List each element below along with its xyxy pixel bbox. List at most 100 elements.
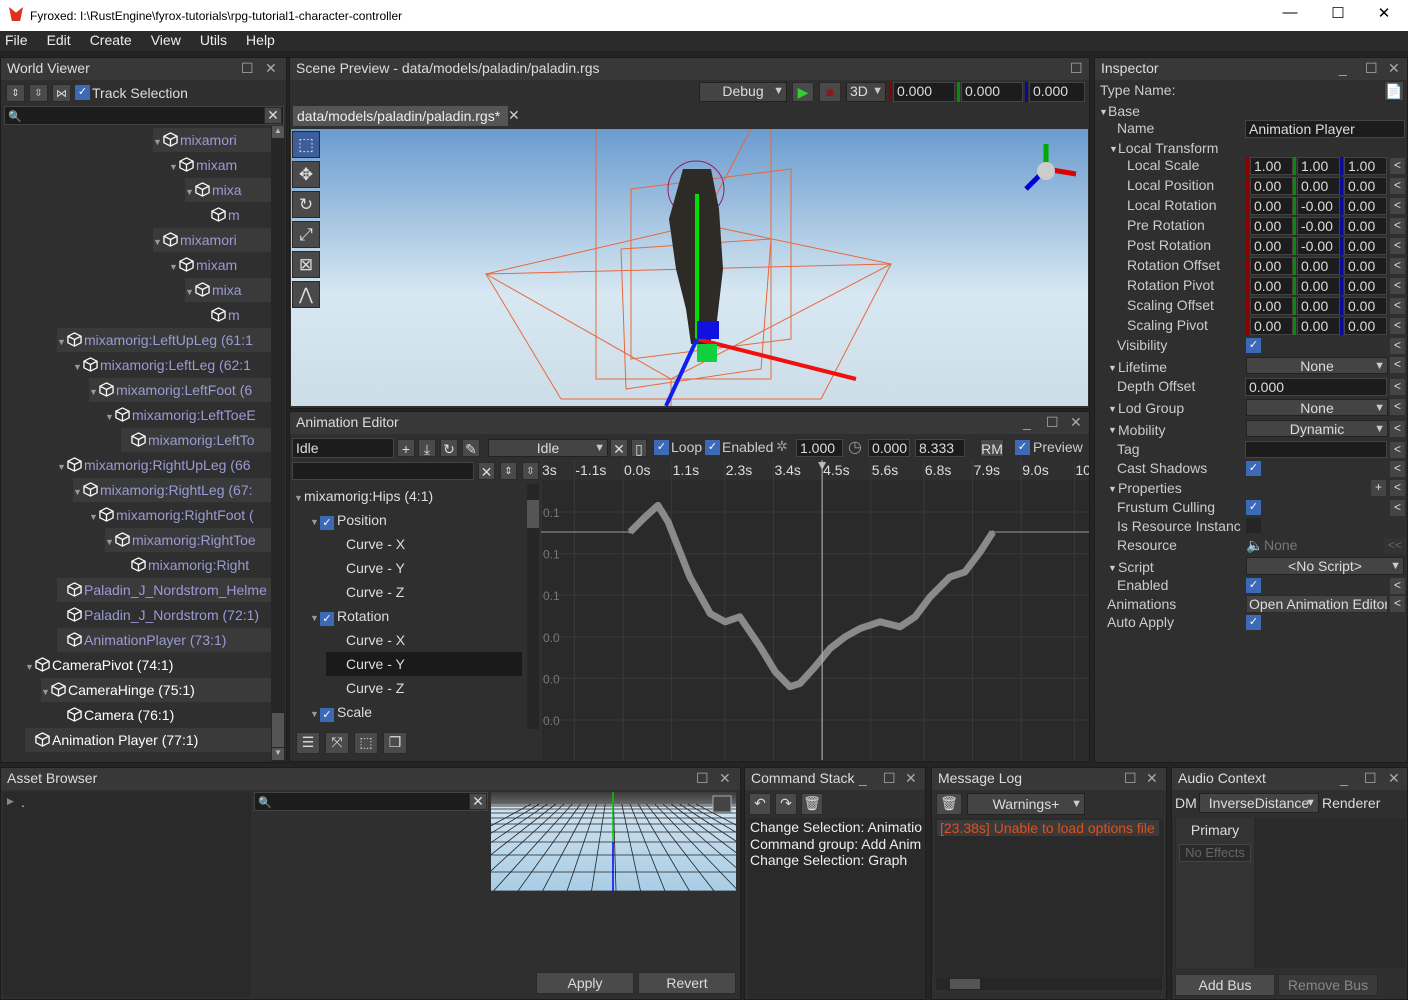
tree-scrollbar[interactable]: ▲ ▼ xyxy=(271,126,285,762)
minimize-icon[interactable]: _ xyxy=(1339,58,1347,79)
minimize-button[interactable]: — xyxy=(1270,4,1310,26)
tree-item[interactable]: ▼ mixamorig:RightUpLeg (66 xyxy=(57,453,271,477)
expand-arrow-icon[interactable]: ▼ xyxy=(57,455,67,477)
revert-button[interactable]: < xyxy=(1390,258,1405,274)
vector-component-field[interactable]: 0.00 xyxy=(1297,317,1340,335)
tree-item[interactable]: Animation Player (77:1) xyxy=(25,728,271,752)
track-item[interactable]: Curve - X xyxy=(326,532,522,556)
checkbox[interactable]: ✓ xyxy=(1246,500,1261,515)
maximize-icon[interactable]: ☐ xyxy=(1124,768,1137,789)
close-icon[interactable]: ✕ xyxy=(1070,412,1082,433)
search-input[interactable]: 🔍 xyxy=(4,106,284,125)
close-tab-icon[interactable]: ✕ xyxy=(508,107,520,124)
revert-button[interactable]: < xyxy=(1390,357,1405,373)
revert-button[interactable]: < xyxy=(1390,158,1405,174)
expand-arrow-icon[interactable]: ▼ xyxy=(153,230,163,252)
open-animation-editor-button[interactable]: Open Animation Editor xyxy=(1246,595,1388,613)
tree-item[interactable]: ▼ mixamorig:LeftUpLeg (61:1 xyxy=(57,328,271,352)
revert-button[interactable]: < xyxy=(1390,218,1405,234)
expand-arrow-icon[interactable]: ▼ xyxy=(169,255,179,277)
vector-component-field[interactable]: 0.00 xyxy=(1250,217,1293,235)
camera-mode-dropdown[interactable]: 3D xyxy=(846,82,886,102)
tree-item[interactable]: Camera (76:1) xyxy=(57,703,271,727)
expand-arrow-icon[interactable]: ▼ xyxy=(1108,363,1117,373)
position-x-field[interactable]: 0.000 xyxy=(893,82,955,102)
folder-root[interactable]: . xyxy=(21,794,25,810)
stop-button[interactable]: ■ xyxy=(819,82,841,102)
zoom-fit-button[interactable]: ⬚ xyxy=(354,732,378,754)
vector-component-field[interactable]: 0.00 xyxy=(1344,297,1387,315)
collapse-tracks-button[interactable]: ⇕ xyxy=(500,462,517,480)
tree-item[interactable]: ▼ mixamori xyxy=(153,128,271,152)
command-item[interactable]: Change Selection: Animatio xyxy=(750,819,922,835)
tree-item[interactable]: mixamorig:Right xyxy=(121,553,271,577)
maximize-icon[interactable]: ☐ xyxy=(1365,58,1378,79)
vector-component-field[interactable]: -0.00 xyxy=(1297,197,1340,215)
scroll-down-icon[interactable]: ▼ xyxy=(272,748,284,760)
asset-preview[interactable] xyxy=(491,792,736,891)
vector-component-field[interactable]: 0.00 xyxy=(1250,317,1293,335)
tree-item[interactable]: ▼ mixamorig:RightToe xyxy=(105,528,271,552)
maximize-icon[interactable]: ☐ xyxy=(1046,412,1059,433)
revert-button[interactable]: < xyxy=(1390,461,1405,477)
vector-component-field[interactable]: 0.00 xyxy=(1344,217,1387,235)
revert-button[interactable]: < xyxy=(1390,480,1405,496)
vector-component-field[interactable]: 1.00 xyxy=(1250,157,1293,175)
vector-component-field[interactable]: 0.00 xyxy=(1250,197,1293,215)
rotate-tool-icon[interactable]: ↻ xyxy=(292,191,320,218)
vector-component-field[interactable]: 0.00 xyxy=(1344,237,1387,255)
track-item[interactable]: Curve - X xyxy=(326,628,522,652)
expand-arrow-icon[interactable]: ▼ xyxy=(73,480,83,502)
revert-button[interactable]: < xyxy=(1390,238,1405,254)
bus-primary[interactable]: Primary No Effects xyxy=(1176,818,1254,968)
vector-component-field[interactable]: -0.00 xyxy=(1297,217,1340,235)
expand-arrow-icon[interactable]: ▼ xyxy=(73,355,83,377)
minimize-icon[interactable]: _ xyxy=(859,768,867,789)
severity-filter-dropdown[interactable]: Warnings+ xyxy=(967,793,1085,815)
close-icon[interactable]: ✕ xyxy=(1388,768,1400,789)
docs-button[interactable]: 📄 xyxy=(1384,81,1404,101)
scroll-up-icon[interactable]: ▲ xyxy=(272,126,284,138)
expand-arrow-icon[interactable]: ▼ xyxy=(89,505,99,527)
resize-tool-icon[interactable]: ⊠ xyxy=(292,251,320,278)
command-item[interactable]: Command group: Add Anim xyxy=(750,836,921,852)
checkbox[interactable]: ✓ xyxy=(1246,338,1261,353)
revert-button[interactable]: Revert xyxy=(638,972,736,994)
close-icon[interactable]: ✕ xyxy=(1388,58,1400,79)
tree-item[interactable]: ▼ mixamorig:RightFoot ( xyxy=(89,503,271,527)
scroll-thumb[interactable] xyxy=(527,500,539,528)
play-button[interactable]: ▶ xyxy=(792,82,814,102)
tree-item[interactable]: AnimationPlayer (73:1) xyxy=(57,628,271,652)
maximize-icon[interactable]: ☐ xyxy=(1070,58,1083,79)
tag-field[interactable] xyxy=(1245,441,1387,458)
checkbox[interactable]: ✓ xyxy=(1246,461,1261,476)
clear-search-button[interactable]: ✕ xyxy=(264,107,282,124)
clear-asset-search-button[interactable]: ✕ xyxy=(469,793,487,810)
clear-track-search-button[interactable]: ✕ xyxy=(478,462,495,480)
expand-arrow-icon[interactable]: ▼ xyxy=(105,530,115,552)
tree-item[interactable]: m xyxy=(201,303,271,327)
tree-item[interactable]: ▼ mixamorig:LeftToeE xyxy=(105,403,271,427)
tree-item[interactable]: Paladin_J_Nordstrom_Helme xyxy=(57,578,271,602)
revert-button[interactable]: < xyxy=(1390,318,1405,334)
tree-item[interactable]: mixamorig:LeftTo xyxy=(121,428,271,452)
track-item[interactable]: ▼mixamorig:Hips (4:1) xyxy=(294,484,522,508)
close-button[interactable]: ✕ xyxy=(1364,4,1404,26)
message-item[interactable]: [23.38s] Unable to load options file . xyxy=(937,820,1159,836)
revert-button[interactable]: < xyxy=(1390,338,1405,354)
track-item[interactable]: Curve - Y xyxy=(326,652,522,676)
tree-item[interactable]: ▼ mixa xyxy=(185,278,271,302)
close-icon[interactable]: ✕ xyxy=(265,58,277,79)
time-start-field[interactable]: 0.000 xyxy=(868,439,910,457)
track-item[interactable]: Curve - Z xyxy=(326,676,522,700)
menu-create[interactable]: Create xyxy=(85,31,132,49)
minimize-icon[interactable]: _ xyxy=(1023,412,1031,433)
animation-selector-dropdown[interactable]: Idle xyxy=(488,439,608,457)
reimport-button[interactable]: ↻ xyxy=(440,439,458,457)
lifetime-dropdown[interactable]: None xyxy=(1246,357,1388,374)
collapse-all-button[interactable]: ⇕ xyxy=(6,84,25,102)
vector-component-field[interactable]: 0.00 xyxy=(1250,297,1293,315)
revert-button[interactable]: < xyxy=(1390,298,1405,314)
distance-model-dropdown[interactable]: InverseDistance xyxy=(1199,793,1319,813)
vector-component-field[interactable]: 0.00 xyxy=(1297,257,1340,275)
